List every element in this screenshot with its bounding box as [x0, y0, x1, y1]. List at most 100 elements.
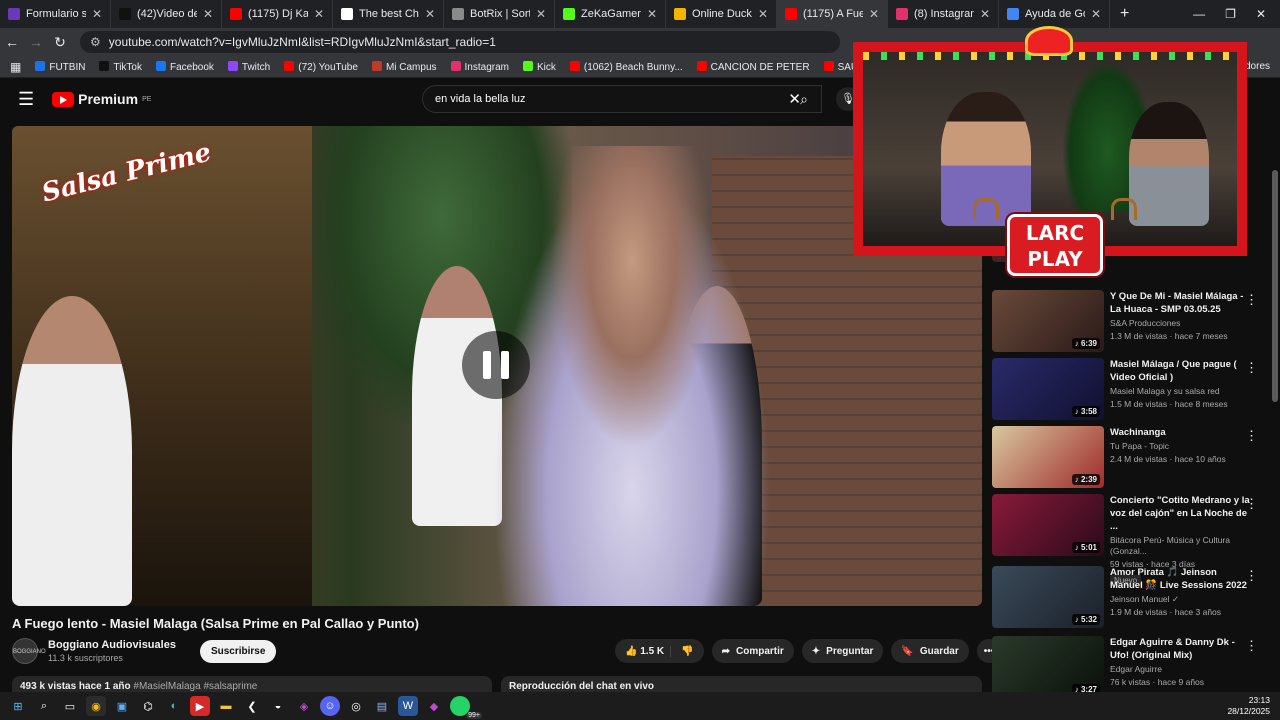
close-tab-icon[interactable]: ✕ — [1091, 7, 1101, 21]
back-icon[interactable]: ← — [0, 34, 24, 50]
video-card-channel[interactable]: Bitácora Perú- Música y Cultura (Gonzal.… — [1110, 535, 1250, 557]
whatsapp-icon[interactable]: 99+ — [450, 696, 482, 719]
bookmark-item[interactable]: TikTok — [99, 60, 142, 73]
video-card-title[interactable]: Edgar Aguirre & Danny Dk - Ufo! (Origina… — [1110, 636, 1250, 662]
related-video-card[interactable]: ♪ 3:58 Masiel Málaga / Que pague ( Video… — [992, 358, 1272, 422]
folder-icon[interactable]: ▬ — [216, 696, 236, 716]
browser-tab[interactable]: Formulario sin tít ✕ — [0, 0, 111, 28]
bookmark-item[interactable]: Twitch — [227, 60, 270, 73]
more-options-icon[interactable]: ⋮ — [1245, 638, 1258, 654]
url-bar[interactable]: ⚙ youtube.com/watch?v=IgvMluJzNmI&list=R… — [80, 31, 840, 53]
close-tab-icon[interactable]: ✕ — [536, 7, 546, 21]
app-icon[interactable]: ◈ — [294, 696, 314, 716]
browser-tab[interactable]: Online Duck Race ✕ — [666, 0, 777, 28]
bookmark-item[interactable]: CANCION DE PETER — [696, 60, 810, 73]
share-button[interactable]: ➦ Compartir — [711, 639, 794, 663]
new-tab-button[interactable]: + — [1110, 5, 1139, 23]
channel-name[interactable]: Boggiano Audiovisuales — [48, 639, 176, 651]
video-thumbnail[interactable]: ♪ 6:39 — [992, 290, 1104, 352]
browser-tab[interactable]: (8) Instagram ✕ — [888, 0, 999, 28]
system-clock[interactable]: 23:13 28/12/2025 — [1227, 695, 1270, 717]
subscribe-button[interactable]: Suscribirse — [199, 639, 277, 663]
related-video-card[interactable]: ♪ 3:27 Edgar Aguirre & Danny Dk - Ufo! (… — [992, 636, 1272, 700]
close-tab-icon[interactable]: ✕ — [203, 7, 213, 21]
more-options-icon[interactable]: ⋮ — [1245, 568, 1258, 584]
search-input[interactable]: en vida la bella luz ✕ — [422, 85, 822, 113]
browser-tab[interactable]: (1175) A Fueg ✕ — [777, 0, 888, 28]
close-tab-icon[interactable]: ✕ — [314, 7, 324, 21]
close-tab-icon[interactable]: ✕ — [92, 7, 102, 21]
more-options-icon[interactable]: ⋮ — [1245, 428, 1258, 444]
obs-icon[interactable]: ◎ — [346, 696, 366, 716]
bookmark-item[interactable]: Kick — [522, 60, 556, 73]
app-icon[interactable]: ◒ — [268, 696, 288, 716]
bookmark-item[interactable]: Mi Campus — [371, 60, 437, 73]
pause-button[interactable] — [462, 331, 530, 399]
apps-icon[interactable]: ▦ — [10, 60, 21, 74]
browser-tab[interactable]: BotRix | Sorteos ✕ — [444, 0, 555, 28]
browser-tab[interactable]: ZeKaGamers_Ofic ✕ — [555, 0, 666, 28]
calculator-icon[interactable]: ▤ — [372, 696, 392, 716]
start-icon[interactable]: ⊞ — [8, 696, 28, 716]
bookmark-item[interactable]: (1062) Beach Bunny... — [569, 60, 683, 73]
video-card-title[interactable]: Y Que De Mi - Masiel Málaga - La Huaca -… — [1110, 290, 1250, 316]
bookmark-item[interactable]: Facebook — [155, 60, 214, 73]
discord-icon[interactable]: ☺ — [320, 696, 340, 716]
video-card-title[interactable]: Wachinanga — [1110, 426, 1250, 439]
chrome-icon[interactable]: ◉ — [86, 696, 106, 716]
site-info-icon[interactable]: ⚙ — [90, 35, 101, 49]
browser-tab[interactable]: Ayuda de Google ✕ — [999, 0, 1110, 28]
close-tab-icon[interactable]: ✕ — [869, 7, 879, 21]
menu-icon[interactable]: ☰ — [18, 89, 34, 110]
video-card-title[interactable]: Masiel Málaga / Que pague ( Video Oficia… — [1110, 358, 1250, 384]
browser-tab[interactable]: (1175) Dj Kantik - ✕ — [222, 0, 333, 28]
save-button[interactable]: 🔖 Guardar — [891, 639, 969, 663]
like-button[interactable]: 👍 1.5 K — [625, 646, 664, 657]
video-card-channel[interactable]: Tu Papa - Topic — [1110, 441, 1250, 452]
more-options-icon[interactable]: ⋮ — [1245, 292, 1258, 308]
app-icon[interactable]: ◆ — [424, 696, 444, 716]
browser-tab[interactable]: The best ChatBot ✕ — [333, 0, 444, 28]
scrollbar[interactable] — [1272, 170, 1278, 402]
restore-icon[interactable]: ❐ — [1225, 7, 1236, 21]
channel-avatar[interactable]: BOGGIANO — [12, 638, 46, 664]
minimize-icon[interactable]: — — [1193, 7, 1205, 21]
video-thumbnail[interactable]: ♪ 2:39 — [992, 426, 1104, 488]
dislike-button[interactable]: 👎 — [670, 645, 703, 657]
media-app-icon[interactable]: ▶ — [190, 696, 210, 716]
video-card-channel[interactable]: Jeinson Manuel ✓ — [1110, 594, 1250, 605]
app-icon[interactable]: ❮ — [242, 696, 262, 716]
close-window-icon[interactable]: ✕ — [1256, 7, 1266, 21]
forward-icon[interactable]: → — [24, 34, 48, 50]
app-icon[interactable]: ⌬ — [138, 696, 158, 716]
video-thumbnail[interactable]: ♪ 5:01 — [992, 494, 1104, 556]
close-tab-icon[interactable]: ✕ — [980, 7, 990, 21]
search-icon[interactable]: ⌕ — [784, 85, 824, 113]
hashtags[interactable]: #MasielMalaga #salsaprime — [133, 681, 257, 692]
bookmark-item[interactable]: Instagram — [450, 60, 509, 73]
video-card-title[interactable]: Concierto "Cotito Medrano y la voz del c… — [1110, 494, 1250, 533]
related-video-card[interactable]: ♪ 5:01 Concierto "Cotito Medrano y la vo… — [992, 494, 1272, 586]
store-icon[interactable]: ▣ — [112, 696, 132, 716]
edge-icon[interactable]: ◐ — [164, 696, 184, 716]
video-card-title[interactable]: Amor Pirata 🎵 Jeinson Manuel 🎊 Live Sess… — [1110, 566, 1250, 592]
close-tab-icon[interactable]: ✕ — [758, 7, 768, 21]
ask-button[interactable]: ✦ Preguntar — [801, 639, 884, 663]
video-card-channel[interactable]: Edgar Aguirre — [1110, 664, 1250, 675]
bookmark-item[interactable]: FUTBIN — [35, 60, 85, 73]
related-video-card[interactable]: ♪ 2:39 Wachinanga Tu Papa - Topic 2.4 M … — [992, 426, 1272, 490]
video-card-channel[interactable]: S&A Producciones — [1110, 318, 1250, 329]
reload-icon[interactable]: ↻ — [48, 34, 72, 51]
video-card-channel[interactable]: Masiel Malaga y su salsa red — [1110, 386, 1250, 397]
video-thumbnail[interactable]: ♪ 5:32 — [992, 566, 1104, 628]
related-video-card[interactable]: ♪ 5:32 Amor Pirata 🎵 Jeinson Manuel 🎊 Li… — [992, 566, 1272, 630]
video-thumbnail[interactable]: ♪ 3:27 — [992, 636, 1104, 698]
search-taskbar-icon[interactable]: ⌕ — [34, 696, 54, 716]
word-icon[interactable]: W — [398, 696, 418, 716]
browser-tab[interactable]: (42)Video de eme ✕ — [111, 0, 222, 28]
video-thumbnail[interactable]: ♪ 3:58 — [992, 358, 1104, 420]
bookmark-item[interactable]: (72) YouTube — [284, 60, 358, 73]
related-video-card[interactable]: ♪ 6:39 Y Que De Mi - Masiel Málaga - La … — [992, 290, 1272, 354]
youtube-logo[interactable]: Premium PE — [52, 91, 151, 107]
close-tab-icon[interactable]: ✕ — [647, 7, 657, 21]
